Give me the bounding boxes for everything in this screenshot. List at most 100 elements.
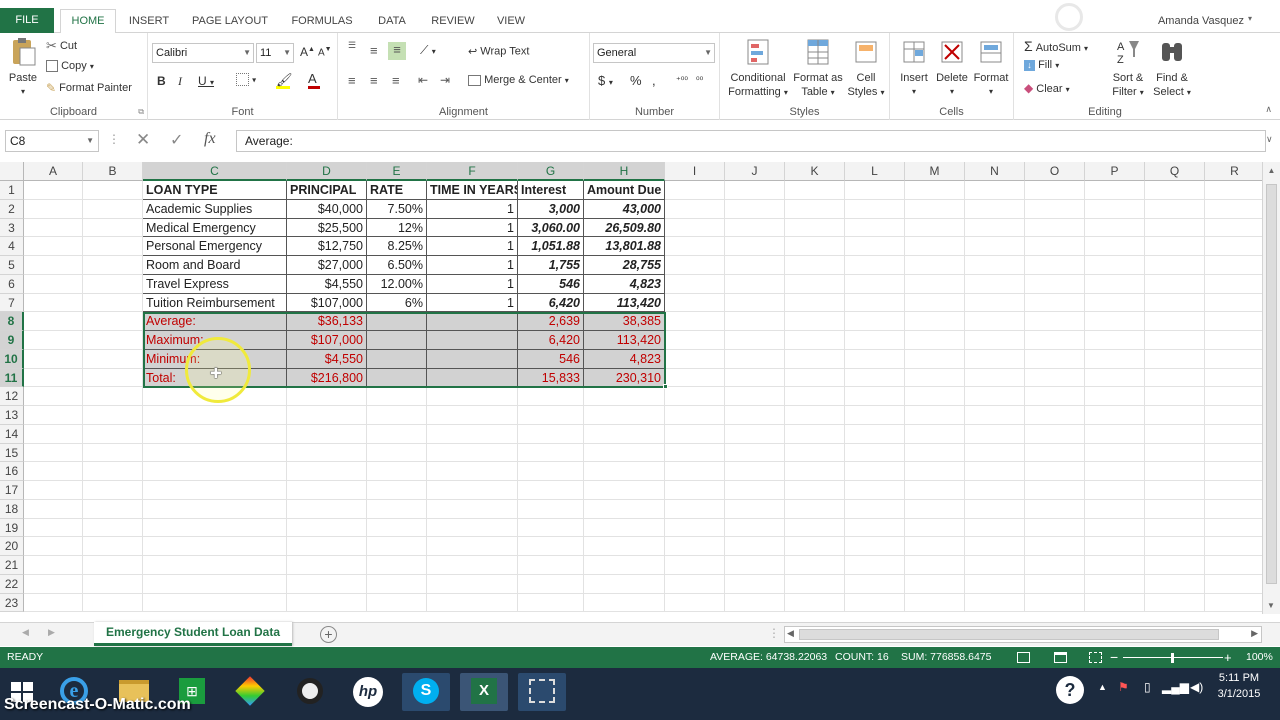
cell-o23[interactable] bbox=[1025, 593, 1085, 613]
cell-q5[interactable] bbox=[1145, 256, 1205, 275]
column-header-e[interactable]: E bbox=[367, 162, 427, 181]
cell-b18[interactable] bbox=[83, 499, 143, 519]
cut-button[interactable]: ✂ Cut bbox=[46, 38, 77, 54]
scroll-down-icon[interactable]: ▼ bbox=[1267, 601, 1275, 610]
cell-m3[interactable] bbox=[905, 218, 965, 238]
sheet-tab-active[interactable]: Emergency Student Loan Data bbox=[94, 622, 292, 646]
cell-d23[interactable] bbox=[287, 593, 367, 613]
number-format-select[interactable]: General ▼ bbox=[593, 43, 715, 63]
cell-e6[interactable]: 12.00% bbox=[367, 274, 427, 294]
scroll-left-icon[interactable]: ◀ bbox=[787, 628, 794, 639]
grow-font-button[interactable]: A▲ bbox=[300, 45, 315, 59]
cell-b1[interactable] bbox=[83, 181, 143, 200]
cell-o1[interactable] bbox=[1025, 181, 1085, 200]
zoom-slider-thumb[interactable] bbox=[1171, 653, 1174, 663]
cell-o16[interactable] bbox=[1025, 462, 1085, 481]
cell-l13[interactable] bbox=[845, 406, 905, 425]
cell-c21[interactable] bbox=[143, 556, 287, 575]
cell-o11[interactable] bbox=[1025, 368, 1085, 388]
tab-formulas[interactable]: FORMULAS bbox=[283, 10, 361, 32]
cell-r12[interactable] bbox=[1205, 387, 1262, 406]
cell-g21[interactable] bbox=[518, 556, 584, 575]
cell-n22[interactable] bbox=[965, 574, 1025, 594]
cell-n16[interactable] bbox=[965, 462, 1025, 481]
cell-g18[interactable] bbox=[518, 499, 584, 519]
merge-center-button[interactable]: Merge & Center ▾ bbox=[468, 74, 569, 86]
cell-j15[interactable] bbox=[725, 443, 785, 463]
cell-q13[interactable] bbox=[1145, 406, 1205, 425]
cell-h7[interactable]: 113,420 bbox=[584, 293, 665, 313]
cell-b11[interactable] bbox=[83, 368, 143, 388]
cell-k10[interactable] bbox=[785, 349, 845, 369]
cell-l7[interactable] bbox=[845, 293, 905, 313]
cell-m23[interactable] bbox=[905, 593, 965, 613]
cell-j13[interactable] bbox=[725, 406, 785, 425]
cell-h9[interactable]: 113,420 bbox=[584, 331, 665, 350]
cell-i5[interactable] bbox=[665, 256, 725, 275]
cell-a19[interactable] bbox=[24, 518, 83, 538]
cell-n9[interactable] bbox=[965, 331, 1025, 350]
cell-l21[interactable] bbox=[845, 556, 905, 575]
tab-file[interactable]: FILE bbox=[0, 8, 54, 33]
cell-j7[interactable] bbox=[725, 293, 785, 313]
cell-k8[interactable] bbox=[785, 312, 845, 331]
cell-p6[interactable] bbox=[1085, 274, 1145, 294]
tab-view[interactable]: VIEW bbox=[490, 10, 532, 32]
cell-i9[interactable] bbox=[665, 331, 725, 350]
column-header-i[interactable]: I bbox=[665, 162, 725, 181]
cell-k22[interactable] bbox=[785, 574, 845, 594]
bottom-align-icon[interactable]: ≡ bbox=[388, 42, 406, 60]
cell-a21[interactable] bbox=[24, 556, 83, 575]
cell-i13[interactable] bbox=[665, 406, 725, 425]
cell-h13[interactable] bbox=[584, 406, 665, 425]
cell-e22[interactable] bbox=[367, 574, 427, 594]
cell-l9[interactable] bbox=[845, 331, 905, 350]
cell-d12[interactable] bbox=[287, 387, 367, 406]
scroll-right-icon[interactable]: ▶ bbox=[1251, 628, 1258, 639]
cell-i17[interactable] bbox=[665, 481, 725, 500]
cell-j14[interactable] bbox=[725, 424, 785, 444]
cell-a7[interactable] bbox=[24, 293, 83, 313]
cell-f14[interactable] bbox=[427, 424, 518, 444]
cell-k1[interactable] bbox=[785, 181, 845, 200]
cell-e15[interactable] bbox=[367, 443, 427, 463]
column-header-r[interactable]: R bbox=[1205, 162, 1262, 181]
cell-h19[interactable] bbox=[584, 518, 665, 538]
cell-m16[interactable] bbox=[905, 462, 965, 481]
enter-icon[interactable]: ✓ bbox=[170, 130, 183, 150]
cell-p7[interactable] bbox=[1085, 293, 1145, 313]
cell-r23[interactable] bbox=[1205, 594, 1262, 613]
help-icon[interactable]: ? bbox=[1056, 676, 1084, 704]
cell-d19[interactable] bbox=[287, 518, 367, 538]
cell-r11[interactable] bbox=[1205, 369, 1262, 388]
cell-o13[interactable] bbox=[1025, 406, 1085, 425]
cell-j11[interactable] bbox=[725, 368, 785, 388]
cell-p15[interactable] bbox=[1085, 443, 1145, 463]
cell-q3[interactable] bbox=[1145, 218, 1205, 238]
cell-j1[interactable] bbox=[725, 181, 785, 200]
cell-n10[interactable] bbox=[965, 349, 1025, 369]
tab-home[interactable]: HOME bbox=[60, 9, 116, 34]
cell-d5[interactable]: $27,000 bbox=[287, 256, 367, 275]
cell-n5[interactable] bbox=[965, 256, 1025, 275]
cell-o10[interactable] bbox=[1025, 349, 1085, 369]
cell-n14[interactable] bbox=[965, 424, 1025, 444]
cell-m22[interactable] bbox=[905, 574, 965, 594]
column-header-c[interactable]: C bbox=[143, 162, 287, 181]
delete-cells-button[interactable]: Delete ▾ bbox=[934, 37, 970, 99]
row-header-18[interactable]: 18 bbox=[0, 499, 24, 519]
cell-p5[interactable] bbox=[1085, 256, 1145, 275]
cell-r2[interactable] bbox=[1205, 200, 1262, 219]
cell-styles-button[interactable]: Cell Styles ▾ bbox=[846, 37, 886, 100]
cell-i8[interactable] bbox=[665, 312, 725, 331]
top-align-icon[interactable]: ☰ bbox=[348, 41, 356, 50]
sort-filter-button[interactable]: AZ Sort & Filter ▾ bbox=[1106, 37, 1150, 100]
cell-i7[interactable] bbox=[665, 293, 725, 313]
cell-h11[interactable]: 230,310 bbox=[584, 368, 665, 388]
cell-g7[interactable]: 6,420 bbox=[518, 293, 584, 313]
column-header-q[interactable]: Q bbox=[1145, 162, 1205, 181]
cell-b10[interactable] bbox=[83, 349, 143, 369]
cell-l19[interactable] bbox=[845, 518, 905, 538]
cell-r13[interactable] bbox=[1205, 406, 1262, 425]
cell-e5[interactable]: 6.50% bbox=[367, 256, 427, 275]
